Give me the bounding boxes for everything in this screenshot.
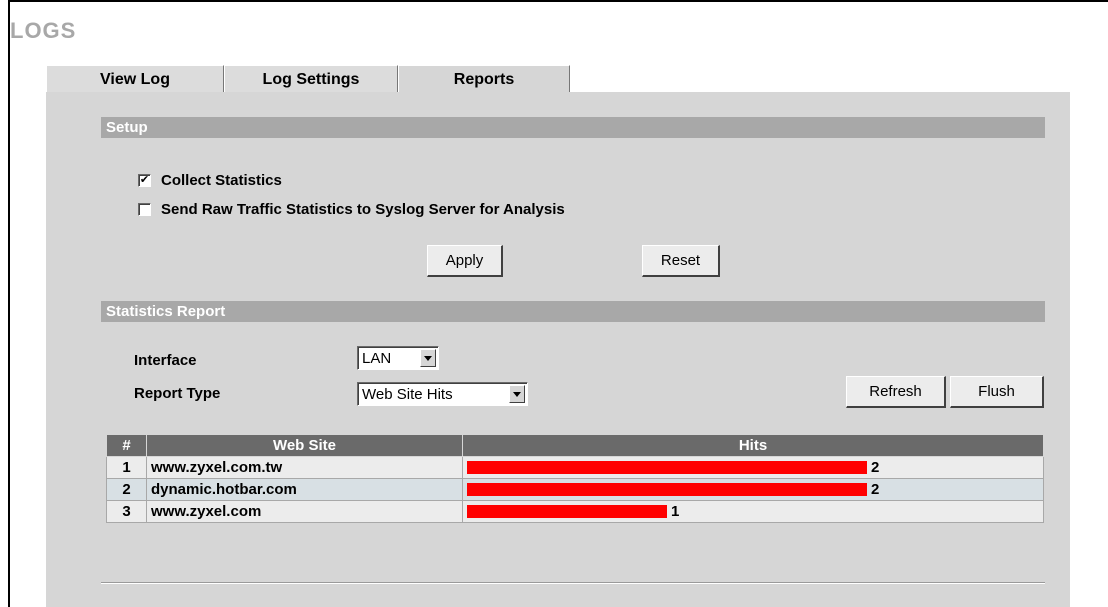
setup-header: Setup [101,117,1045,138]
page-title: LOGS [10,18,77,43]
refresh-button[interactable]: Refresh [846,376,946,408]
table-row: 3 www.zyxel.com 1 [106,500,1044,523]
interface-label: Interface [134,352,197,369]
interface-select[interactable]: LAN [357,346,439,370]
column-header-hits: Hits [462,434,1044,457]
bottom-divider [101,582,1045,584]
column-header-web-site: Web Site [146,434,463,457]
report-type-select-value: Web Site Hits [362,385,453,403]
chevron-down-icon[interactable] [509,385,525,403]
apply-button[interactable]: Apply [427,245,503,277]
table-row: 1 www.zyxel.com.tw 2 [106,456,1044,479]
row-number: 3 [106,500,147,523]
report-type-select[interactable]: Web Site Hits [357,382,528,406]
row-number: 1 [106,456,147,479]
hits-count: 1 [671,503,680,520]
row-number: 2 [106,478,147,501]
tab-label: Reports [453,70,515,88]
hits-cell: 1 [462,500,1044,523]
hits-cell: 2 [462,456,1044,479]
table-row: 2 dynamic.hotbar.com 2 [106,478,1044,501]
collect-statistics-checkbox[interactable]: ✔ [138,173,151,187]
web-site-cell: www.zyxel.com [146,500,463,523]
web-site-cell: www.zyxel.com.tw [146,456,463,479]
report-type-label: Report Type [134,385,221,402]
tab-label: View Log [100,70,170,88]
tab-reports[interactable]: Reports [398,65,570,93]
hits-bar [467,461,867,474]
reset-button[interactable]: Reset [642,245,720,277]
interface-select-value: LAN [362,349,392,367]
web-site-cell: dynamic.hotbar.com [146,478,463,501]
statistics-report-header: Statistics Report [101,301,1045,322]
web-site-hits-table: # Web Site Hits 1 www.zyxel.com.tw 2 2 d… [106,434,1044,523]
hits-count: 2 [871,459,880,476]
send-raw-statistics-label: Send Raw Traffic Statistics to Syslog Se… [161,200,565,218]
hits-count: 2 [871,481,880,498]
hits-bar [467,505,667,518]
collect-statistics-label: Collect Statistics [161,171,282,189]
chevron-down-icon[interactable] [420,349,436,367]
table-header-row: # Web Site Hits [106,434,1044,457]
hits-bar [467,483,867,496]
send-raw-statistics-checkbox[interactable] [138,202,151,216]
tab-view-log[interactable]: View Log [46,65,224,93]
tab-label: Log Settings [262,70,360,88]
collect-statistics-row: ✔ Collect Statistics [138,170,282,190]
tab-log-settings[interactable]: Log Settings [224,65,398,93]
hits-cell: 2 [462,478,1044,501]
flush-button[interactable]: Flush [950,376,1044,408]
send-raw-row: Send Raw Traffic Statistics to Syslog Se… [138,199,565,219]
column-header-number: # [106,434,147,457]
